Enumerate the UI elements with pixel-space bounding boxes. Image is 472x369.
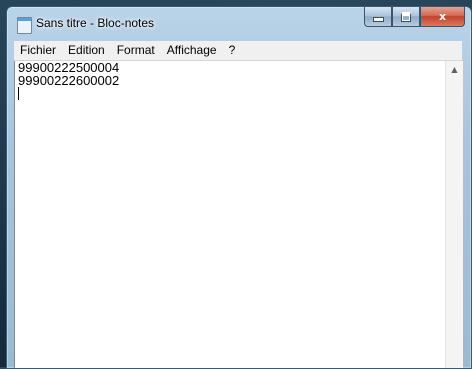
minimize-button[interactable]	[364, 7, 392, 27]
text-editor[interactable]: 99900222500004 99900222600002	[14, 61, 446, 368]
menu-edition[interactable]: Edition	[62, 41, 111, 60]
scroll-up-icon[interactable]: ▲	[446, 61, 463, 78]
text-line: 99900222600002	[18, 73, 120, 88]
minimize-icon	[372, 17, 384, 22]
notepad-window: Sans titre - Bloc-notes x Fichier Editio…	[6, 6, 472, 369]
maximize-button[interactable]	[392, 7, 420, 27]
maximize-icon	[401, 11, 411, 22]
menu-help[interactable]: ?	[223, 41, 242, 60]
close-icon: x	[438, 10, 447, 23]
title-bar[interactable]: Sans titre - Bloc-notes x	[7, 7, 471, 41]
close-button[interactable]: x	[420, 7, 465, 27]
window-title: Sans titre - Bloc-notes	[36, 16, 155, 30]
menu-bar: Fichier Edition Format Affichage ?	[14, 41, 462, 61]
menu-fichier[interactable]: Fichier	[14, 41, 62, 60]
notepad-icon[interactable]	[17, 17, 32, 34]
menu-format[interactable]: Format	[111, 41, 161, 60]
text-caret	[18, 87, 19, 100]
window-controls: x	[364, 7, 465, 27]
vertical-scrollbar[interactable]: ▲	[445, 61, 463, 368]
menu-affichage[interactable]: Affichage	[161, 41, 223, 60]
